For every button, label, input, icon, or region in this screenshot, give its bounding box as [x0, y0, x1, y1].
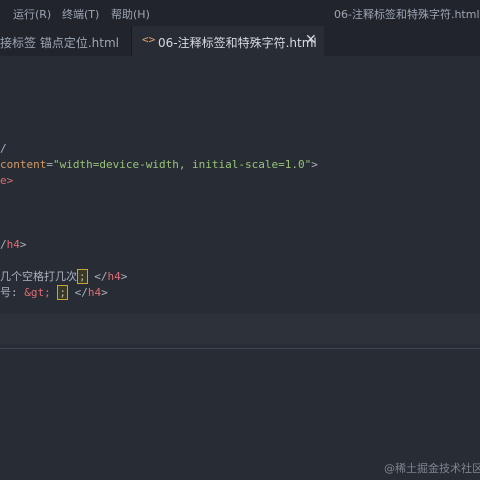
close-icon[interactable]: ✕	[305, 32, 317, 48]
code-line: /	[0, 141, 7, 157]
menu-help[interactable]: 帮助(H)	[111, 6, 150, 22]
code-line: e>	[0, 173, 13, 189]
tab-bar: 接标签 锚点定位.html <> 06-注释标签和特殊字符.html ✕	[0, 26, 480, 56]
tab-anchor-html[interactable]: 接标签 锚点定位.html	[0, 26, 132, 56]
code-token: e>	[0, 174, 14, 187]
menu-run[interactable]: 运行(R)	[13, 6, 51, 22]
code-token: "width=device-width, initial-scale=1.0"	[52, 158, 312, 171]
code-editor[interactable]: / content="width=device-width, initial-s…	[0, 56, 480, 480]
code-line: 号: &gt; ; </h4>	[0, 285, 108, 301]
window-title: 06-注释标签和特殊字符.html - 鉴	[334, 8, 480, 21]
code-token: 号:	[0, 286, 25, 299]
code-token: &gt;	[24, 286, 51, 299]
code-token: h4	[87, 286, 102, 299]
code-token: </	[68, 286, 88, 299]
code-token: /	[0, 142, 7, 155]
code-token: h4	[107, 270, 121, 283]
code-token: content	[0, 158, 47, 171]
code-token: >	[311, 158, 318, 171]
code-token: >	[101, 286, 108, 299]
selection-highlight: ;	[77, 269, 88, 284]
tab-label: 接标签 锚点定位.html	[0, 36, 119, 50]
code-token: =	[46, 158, 53, 171]
selection-highlight: ;	[57, 285, 68, 300]
code-line: 几个空格打几次; </h4>	[0, 269, 127, 285]
menu-terminal[interactable]: 终端(T)	[62, 6, 99, 22]
tab-comment-tags-html[interactable]: <> 06-注释标签和特殊字符.html ✕	[132, 26, 324, 56]
code-token: >	[120, 270, 128, 283]
tab-label: 06-注释标签和特殊字符.html	[158, 36, 317, 50]
menu-bar: 运行(R) 终端(T) 帮助(H) 06-注释标签和特殊字符.html - 鉴	[0, 0, 480, 26]
watermark: @稀土掘金技术社区	[384, 462, 480, 475]
html-file-icon: <>	[142, 33, 156, 46]
code-token: 几个空格打几次	[0, 270, 77, 283]
editor-divider	[0, 348, 480, 349]
current-line-highlight	[0, 314, 480, 344]
code-line: content="width=device-width, initial-sca…	[0, 157, 318, 173]
code-token: h4	[6, 238, 20, 251]
code-token: </	[87, 270, 108, 283]
code-token: >	[19, 238, 27, 251]
code-token: /	[0, 238, 7, 251]
code-line: /h4>	[0, 237, 27, 253]
